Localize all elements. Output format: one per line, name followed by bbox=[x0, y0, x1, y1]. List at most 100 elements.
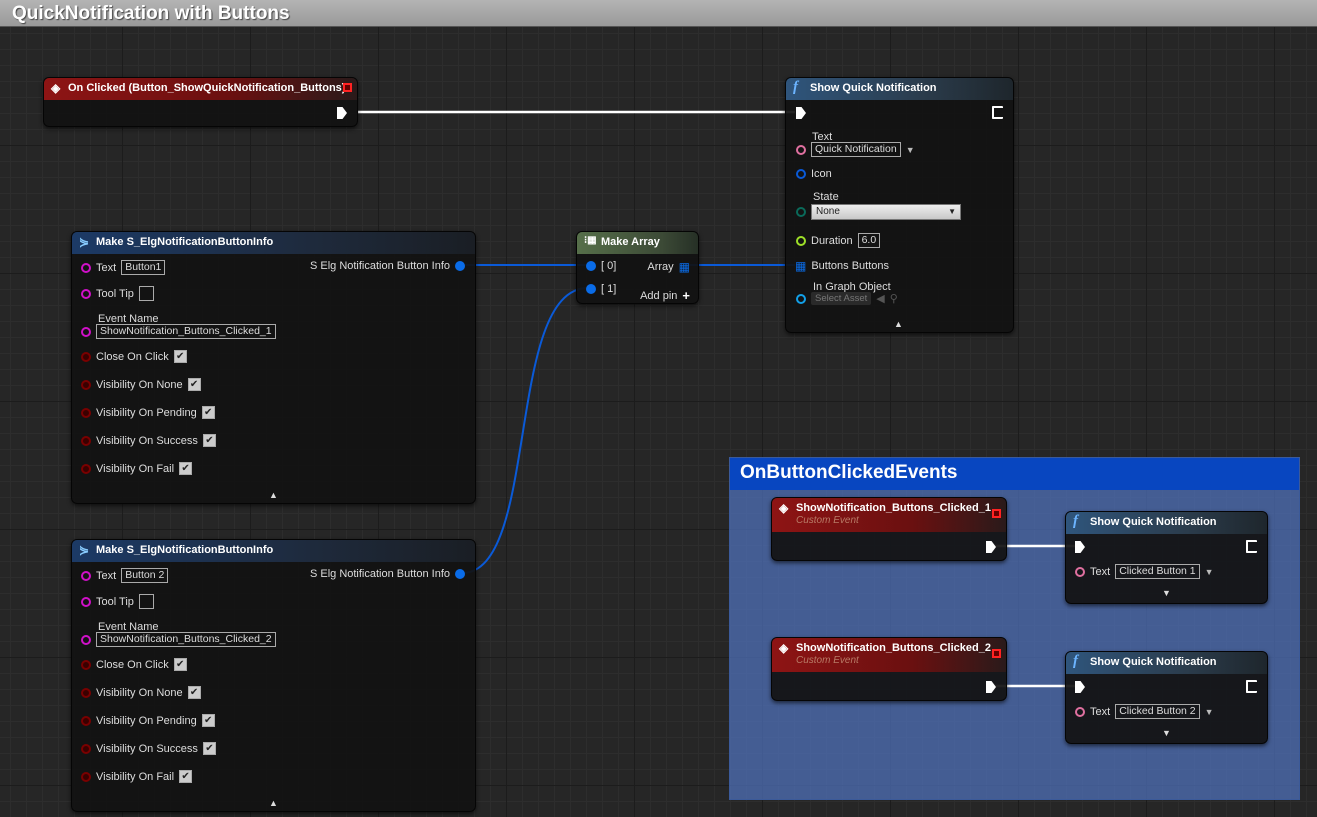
show-quick-notification-node[interactable]: f Show Quick Notification Text Clicked But… bbox=[1065, 651, 1268, 744]
node-subtitle: Custom Event bbox=[796, 655, 859, 666]
bool-label: Visibility On Success bbox=[96, 742, 198, 755]
struct-output-pin[interactable] bbox=[455, 569, 465, 579]
bool-row: Visibility On Pending ✔ bbox=[81, 406, 215, 419]
exec-in-pin[interactable] bbox=[796, 107, 806, 119]
array-element-pin-0[interactable] bbox=[586, 261, 596, 271]
checkbox[interactable]: ✔ bbox=[173, 658, 187, 671]
show-quick-notification-node[interactable]: f Show Quick Notification Text Clicked But… bbox=[1065, 511, 1268, 604]
tooltip-pin[interactable] bbox=[81, 288, 91, 299]
plus-icon: + bbox=[682, 288, 690, 303]
chevron-down-icon[interactable]: ▼ bbox=[1205, 567, 1214, 577]
checkbox[interactable]: ✔ bbox=[201, 406, 215, 419]
bool-pin[interactable] bbox=[81, 407, 91, 418]
use-asset-arrow-icon[interactable]: ◀ bbox=[876, 292, 884, 305]
tooltip-field[interactable] bbox=[138, 286, 154, 301]
bool-pin[interactable] bbox=[81, 463, 91, 474]
event-name-pin[interactable] bbox=[81, 326, 91, 337]
state-pin[interactable] bbox=[796, 207, 806, 217]
on-clicked-event-node[interactable]: ◈ On Clicked (Button_ShowQuickNotificatio… bbox=[43, 77, 358, 127]
chevron-down-icon[interactable]: ▼ bbox=[906, 145, 915, 155]
delegate-pin[interactable] bbox=[992, 649, 1001, 658]
exec-out-pin[interactable] bbox=[337, 107, 347, 119]
node-subtitle: Custom Event bbox=[796, 515, 859, 526]
delegate-pin[interactable] bbox=[343, 83, 352, 92]
bool-pin[interactable] bbox=[81, 687, 91, 698]
add-pin-button[interactable]: Add pin + bbox=[640, 288, 690, 303]
pin-label: [ 1] bbox=[601, 283, 617, 295]
icon-pin[interactable] bbox=[796, 169, 806, 179]
exec-out-pin[interactable] bbox=[992, 106, 1003, 119]
event-name-field[interactable]: ShowNotification_Buttons_Clicked_1 bbox=[96, 324, 276, 339]
custom-event-node[interactable]: ◈ ShowNotification_Buttons_Clicked_2 Custo… bbox=[771, 637, 1007, 701]
exec-out-pin[interactable] bbox=[986, 541, 996, 553]
event-diamond-icon: ◈ bbox=[779, 641, 789, 655]
chevron-down-icon[interactable]: ▼ bbox=[1205, 707, 1214, 717]
text-pin[interactable] bbox=[1075, 566, 1085, 577]
event-name-field[interactable]: ShowNotification_Buttons_Clicked_2 bbox=[96, 632, 276, 647]
array-output-label: Array bbox=[647, 261, 674, 273]
exec-out-pin[interactable] bbox=[986, 681, 996, 693]
checkbox[interactable]: ✔ bbox=[179, 770, 193, 783]
make-struct-node[interactable]: ⋟ Make S_ElgNotificationButtonInfo S Elg … bbox=[71, 539, 476, 812]
bool-pin[interactable] bbox=[81, 659, 91, 670]
make-struct-node[interactable]: ⋟ Make S_ElgNotificationButtonInfo S Elg … bbox=[71, 231, 476, 504]
collapse-arrow-icon[interactable]: ▲ bbox=[894, 319, 903, 329]
show-quick-notification-node[interactable]: f Show Quick Notification Text Quick Noti… bbox=[785, 77, 1014, 333]
bool-label: Close On Click bbox=[96, 658, 169, 671]
text-field[interactable]: Button 2 bbox=[121, 568, 169, 583]
make-array-node[interactable]: ⁝▦ Make Array [ 0] Array ▦ [ 1] Add pin + bbox=[576, 231, 699, 304]
buttons-label: Buttons Buttons bbox=[811, 260, 890, 272]
exec-out-pin[interactable] bbox=[1246, 680, 1257, 693]
checkbox[interactable]: ✔ bbox=[201, 714, 215, 727]
bool-row: Close On Click ✔ bbox=[81, 350, 187, 363]
state-dropdown[interactable]: None bbox=[811, 204, 961, 220]
object-pin[interactable] bbox=[796, 293, 806, 304]
text-pin[interactable] bbox=[1075, 706, 1085, 717]
select-asset-dropdown[interactable]: Select Asset bbox=[811, 292, 872, 305]
collapse-arrow-icon[interactable]: ▲ bbox=[269, 798, 278, 808]
exec-in-pin[interactable] bbox=[1075, 681, 1085, 693]
tooltip-label: Tool Tip bbox=[96, 595, 134, 608]
event-name-pin[interactable] bbox=[81, 634, 91, 645]
text-pin[interactable] bbox=[81, 570, 91, 581]
checkbox[interactable]: ✔ bbox=[187, 686, 201, 699]
array-output-pin[interactable]: ▦ bbox=[679, 260, 690, 274]
browse-search-icon[interactable]: ⚲ bbox=[890, 292, 898, 305]
custom-event-node[interactable]: ◈ ShowNotification_Buttons_Clicked_1 Custo… bbox=[771, 497, 1007, 561]
duration-field[interactable]: 6.0 bbox=[857, 233, 881, 248]
node-title: Make Array bbox=[601, 236, 660, 248]
text-field[interactable]: Quick Notification bbox=[811, 142, 901, 157]
text-field[interactable]: Button1 bbox=[121, 260, 166, 275]
expand-arrow-icon[interactable]: ▼ bbox=[1162, 728, 1171, 738]
bool-pin[interactable] bbox=[81, 379, 91, 390]
text-field[interactable]: Clicked Button 1 bbox=[1115, 564, 1200, 579]
text-pin[interactable] bbox=[81, 262, 91, 273]
bool-pin[interactable] bbox=[81, 715, 91, 726]
checkbox[interactable]: ✔ bbox=[187, 378, 201, 391]
collapse-arrow-icon[interactable]: ▲ bbox=[269, 490, 278, 500]
checkbox[interactable]: ✔ bbox=[202, 434, 216, 447]
expand-arrow-icon[interactable]: ▼ bbox=[1162, 588, 1171, 598]
exec-in-pin[interactable] bbox=[1075, 541, 1085, 553]
tooltip-field[interactable] bbox=[138, 594, 154, 609]
node-title: On Clicked (Button_ShowQuickNotification… bbox=[68, 82, 346, 94]
checkbox[interactable]: ✔ bbox=[202, 742, 216, 755]
bool-pin[interactable] bbox=[81, 435, 91, 446]
delegate-pin[interactable] bbox=[992, 509, 1001, 518]
bool-row: Visibility On Pending ✔ bbox=[81, 714, 215, 727]
bool-label: Visibility On Fail bbox=[96, 770, 175, 783]
checkbox[interactable]: ✔ bbox=[173, 350, 187, 363]
exec-out-pin[interactable] bbox=[1246, 540, 1257, 553]
bool-pin[interactable] bbox=[81, 351, 91, 362]
array-element-pin-1[interactable] bbox=[586, 284, 596, 294]
tooltip-pin[interactable] bbox=[81, 596, 91, 607]
bool-row: Visibility On Fail ✔ bbox=[81, 770, 193, 783]
duration-pin[interactable] bbox=[796, 235, 806, 246]
checkbox[interactable]: ✔ bbox=[179, 462, 193, 475]
array-pin-icon[interactable]: ▦ bbox=[795, 259, 806, 273]
text-field[interactable]: Clicked Button 2 bbox=[1115, 704, 1200, 719]
struct-output-pin[interactable] bbox=[455, 261, 465, 271]
bool-pin[interactable] bbox=[81, 771, 91, 782]
text-pin[interactable] bbox=[796, 144, 806, 155]
bool-pin[interactable] bbox=[81, 743, 91, 754]
